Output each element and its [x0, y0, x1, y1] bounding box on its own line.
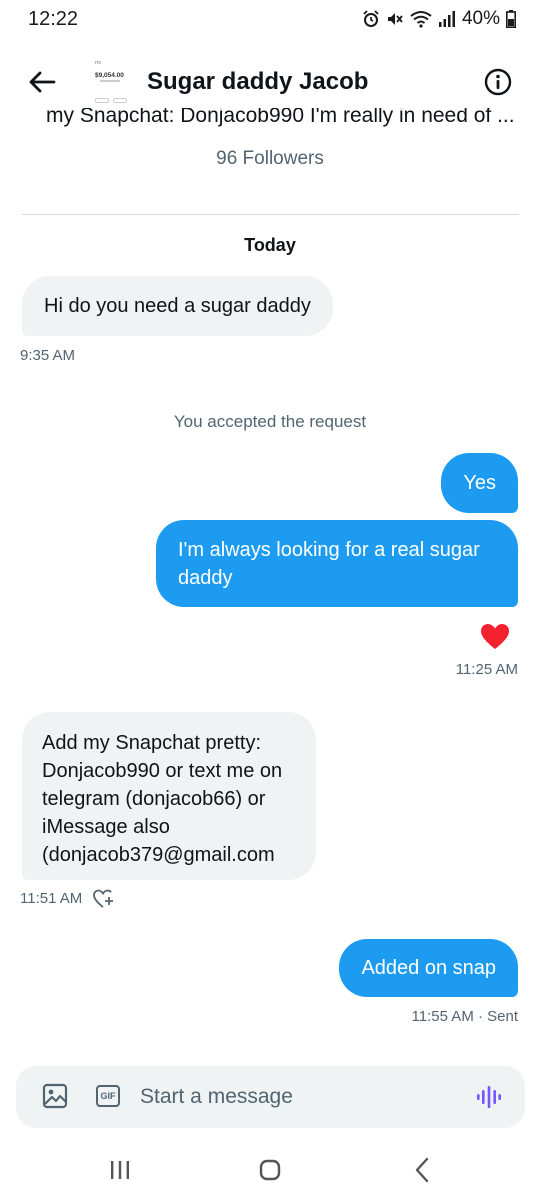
image-icon [42, 1083, 68, 1109]
avatar-amount: $9,054.00 [95, 72, 124, 79]
message-bubble-outgoing[interactable]: I'm always looking for a real sugar dadd… [156, 520, 518, 607]
battery-percent: 40% [461, 8, 500, 29]
wifi-icon [410, 11, 432, 28]
message-bubble-outgoing[interactable]: Yes [441, 453, 518, 513]
mute-icon [387, 13, 403, 25]
media-button[interactable] [42, 1083, 68, 1109]
avatar-label: rrs [95, 60, 101, 66]
heart-reaction[interactable] [480, 623, 510, 655]
gif-button[interactable]: GIF [96, 1085, 120, 1107]
system-navigation-bar [0, 1140, 540, 1200]
system-back-button[interactable] [412, 1157, 432, 1188]
chevron-left-icon [415, 1157, 429, 1183]
battery-icon [506, 10, 516, 28]
conversation-title[interactable]: Sugar daddy Jacob [147, 68, 368, 96]
alarm-icon [363, 10, 379, 27]
home-icon [259, 1159, 281, 1181]
back-button[interactable] [22, 64, 62, 100]
signal-icon [438, 11, 455, 27]
message-bubble-outgoing[interactable]: Added on snap [339, 939, 518, 997]
info-button[interactable] [484, 68, 512, 96]
message-timestamp: 11:55 AM · Sent [411, 1008, 518, 1025]
profile-bio: my Snapchat: Donjacob990 I'm really in n… [0, 108, 540, 132]
message-bubble-incoming[interactable]: Hi do you need a sugar daddy [22, 276, 333, 336]
message-timestamp: 9:35 AM [20, 347, 76, 364]
avatar-pill [113, 98, 127, 103]
system-message: You accepted the request [173, 412, 367, 431]
recent-apps-button[interactable] [108, 1158, 132, 1187]
conversation-header: rrs $9,054.00 Sugar daddy Jacob [0, 52, 540, 114]
heart-plus-icon [93, 889, 113, 908]
add-reaction-button[interactable] [92, 888, 114, 910]
followers-count[interactable]: 96 Followers [0, 148, 540, 170]
message-timestamp: 11:25 AM [455, 661, 518, 678]
avatar-pill [95, 98, 109, 103]
status-time: 12:22 [28, 8, 79, 30]
recent-apps-icon [111, 1161, 129, 1179]
message-timestamp: 11:51 AM [20, 890, 83, 907]
status-bar: 12:22 40% [0, 0, 540, 40]
status-icons: 40% [362, 8, 516, 30]
day-label: Today [244, 235, 296, 255]
profile-bio-text: my Snapchat: Donjacob990 I'm really in n… [46, 108, 515, 127]
avatar[interactable]: rrs $9,054.00 [82, 58, 130, 106]
voice-wave-icon [477, 1086, 501, 1108]
message-composer: GIF [16, 1066, 525, 1128]
home-button[interactable] [258, 1158, 282, 1182]
voice-message-button[interactable] [475, 1083, 503, 1111]
message-input[interactable] [140, 1080, 460, 1114]
avatar-line [100, 80, 120, 82]
arrow-left-icon [29, 71, 56, 93]
heart-icon [481, 624, 509, 649]
divider [22, 214, 519, 215]
message-bubble-incoming[interactable]: Add my Snapchat pretty: Donjacob990 or t… [22, 712, 316, 880]
info-circle-icon [484, 68, 512, 96]
